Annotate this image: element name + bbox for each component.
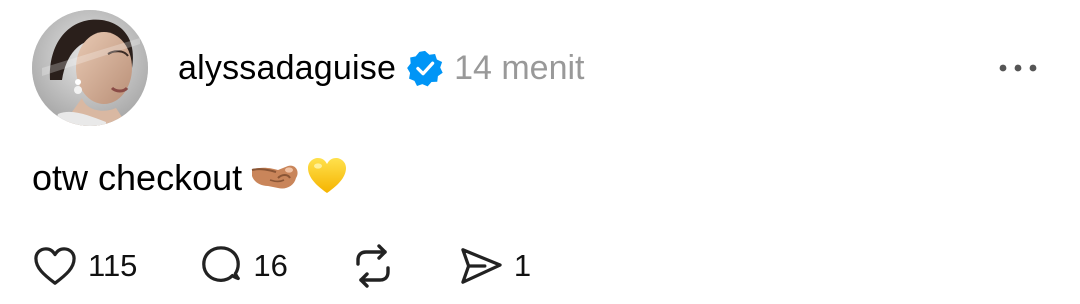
repost-icon — [356, 244, 390, 288]
avatar-image — [32, 10, 148, 126]
verified-badge-icon — [406, 49, 444, 87]
like-button[interactable]: 115 — [32, 245, 137, 287]
more-options-icon — [999, 64, 1037, 72]
thread-post: alyssadaguise 14 menit otw checkout 115 … — [0, 0, 1080, 304]
username[interactable]: alyssadaguise — [178, 49, 396, 88]
post-text: otw checkout — [32, 157, 243, 198]
comment-count: 16 — [253, 248, 288, 283]
post-actions: 115 16 1 — [32, 238, 593, 294]
post-header: alyssadaguise 14 menit — [178, 44, 584, 92]
timestamp: 14 menit — [454, 48, 585, 87]
yellow-heart-emoji — [306, 156, 348, 201]
share-button[interactable]: 1 — [458, 246, 531, 286]
heart-icon — [34, 247, 76, 285]
avatar[interactable] — [32, 10, 148, 126]
comment-button[interactable]: 16 — [199, 244, 288, 288]
share-count: 1 — [513, 248, 532, 283]
share-icon — [461, 248, 502, 284]
repost-button[interactable] — [350, 244, 396, 288]
post-content: otw checkout — [32, 152, 348, 204]
like-count: 115 — [88, 248, 138, 283]
pinching-hand-emoji — [248, 156, 300, 201]
comment-icon — [202, 246, 241, 282]
more-options-button[interactable] — [990, 52, 1046, 84]
